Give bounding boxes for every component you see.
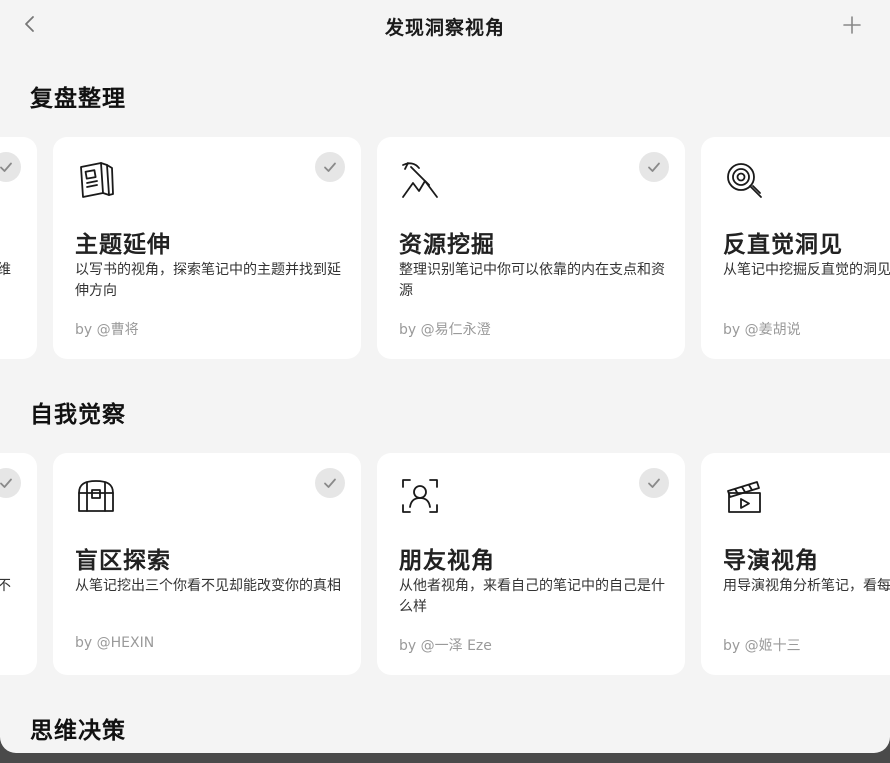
checkmark-icon [0,162,12,172]
card-description: 从他者视角，来看自己的笔记中的自己是什么样 [399,578,665,615]
top-bar: 发现洞察视角 [0,0,890,52]
section-title-self-awareness: 自我觉察 [30,402,126,428]
face-scan-icon [399,475,441,517]
checkmark-icon [0,478,12,488]
card-description: 以写书的视角，探索笔记中的主题并找到延伸方向 [75,262,341,299]
perspective-card-topic-extension[interactable]: 主题延伸 以写书的视角，探索笔记中的主题并找到延伸方向 by @曹将 [53,137,361,359]
clapperboard-icon [723,475,765,517]
card-title: 盲区探索 [75,548,171,574]
section-title-decision: 思维决策 [30,718,126,744]
add-button[interactable] [840,13,864,37]
card-title: 朋友视角 [399,548,495,574]
card-author: by @易仁永澄 [399,322,491,338]
checkmark-icon [648,478,660,488]
select-check-button[interactable] [639,152,669,182]
perspective-card-friend-view[interactable]: 朋友视角 从他者视角，来看自己的笔记中的自己是什么样 by @一泽 Eze [377,453,685,675]
card-author: by @曹将 [75,322,139,338]
card-description: 整理识别笔记中你可以依靠的内在支点和资源 [399,262,665,299]
plus-icon [843,16,861,34]
card-title: 主题延伸 [75,232,171,258]
select-check-button[interactable] [639,468,669,498]
treasure-chest-icon [75,475,117,517]
section-title-review: 复盘整理 [30,86,126,112]
perspective-card-partial[interactable]: 维 [0,137,37,359]
card-description: 维 [0,262,11,278]
perspective-card-counterintuitive[interactable]: 反直觉洞见 从笔记中挖掘反直觉的洞见，行动说透道理 by @姜胡说 [701,137,890,359]
card-author: by @HEXIN [75,635,155,651]
card-title: 导演视角 [723,548,819,574]
card-title: 反直觉洞见 [723,232,843,258]
perspective-card-blind-spot[interactable]: 盲区探索 从笔记挖出三个你看不见却能改变你的真相 by @HEXIN [53,453,361,675]
checkmark-icon [324,162,336,172]
checkmark-icon [648,162,660,172]
perspective-card-resource-mining[interactable]: 资源挖掘 整理识别笔记中你可以依靠的内在支点和资源 by @易仁永澄 [377,137,685,359]
insight-perspectives-sheet: 发现洞察视角 复盘整理 维 主题延伸 以写书的视角，探索笔记中的主题并找到延伸方… [0,0,890,753]
select-check-button[interactable] [0,152,21,182]
magnifier-icon [723,159,765,201]
card-author: by @一泽 Eze [399,638,492,654]
card-author: by @姜胡说 [723,322,801,338]
perspective-card-director-view[interactable]: 导演视角 用导演视角分析笔记，看每个剧本 by @姬十三 [701,453,890,675]
checkmark-icon [324,478,336,488]
card-author: by @姬十三 [723,638,801,654]
pickaxe-icon [399,159,441,201]
book-icon [75,159,117,201]
card-description: 用导演视角分析笔记，看每个剧本 [723,578,890,594]
card-description: 从笔记中挖掘反直觉的洞见，行动说透道理 [723,262,890,278]
select-check-button[interactable] [315,152,345,182]
card-description: 不 [0,578,11,594]
select-check-button[interactable] [315,468,345,498]
page-title: 发现洞察视角 [384,17,505,39]
card-title: 资源挖掘 [399,232,495,258]
perspective-card-partial[interactable]: 不 [0,453,37,675]
card-description: 从笔记挖出三个你看不见却能改变你的真相 [75,578,341,594]
select-check-button[interactable] [0,468,21,498]
